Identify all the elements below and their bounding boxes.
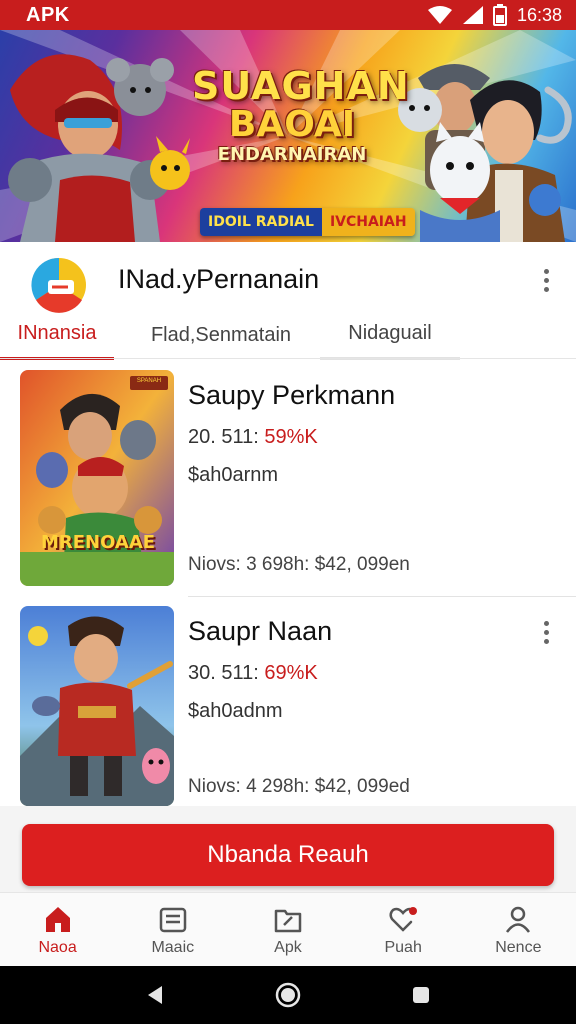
nav-label-bag: Maaic [151,939,195,956]
tab-2[interactable]: Flad,Senmatain [126,310,316,360]
nav-label-push: Puah [384,939,422,956]
nav-label-profile: Nence [495,939,542,956]
banner-title-line2: BAOAI [228,104,356,145]
item-stat-value: 69%K [264,662,318,684]
item-title: Saupr Naan [188,616,333,646]
banner-tag-left: IDOIL RADIAL [200,208,322,236]
bottom-navigation: Naoa Maaic Apk Puah Nence [0,892,576,966]
item-stat: 20. 511: 59%K [188,426,318,449]
app-title: INad.yPernanain [118,264,320,294]
item-stat-prefix: 20. 511: [188,426,259,448]
banner-tag: IDOIL RADIAL IVCHAIAH [200,208,415,236]
item-list: MRENOAAE SPANAH Saupy Perkmann 20. 511: … [0,360,576,806]
system-navigation-bar [0,966,576,1024]
yellow-creature [150,136,190,190]
nav-item-profile[interactable]: Nence [461,893,576,967]
tab-bar: INnansia Flad,Senmatain Nidaguail [0,310,576,360]
status-bar: APK 16:38 [0,0,576,30]
item-meta: Niovs: 3 698h: $42, 099en [188,554,410,575]
status-app-label: APK [26,3,70,26]
banner-title: SUAGHAN BAOAI ENDARNAIRAN [192,64,410,166]
thumbnail-artwork [20,606,174,806]
folder-icon [274,909,302,933]
item-stat: 30. 511: 69%K [188,662,318,685]
item-price: $ah0arnm [188,464,279,486]
banner-tag-right: IVCHAIAH [321,208,415,236]
profile-icon [506,906,531,933]
nav-label-apk: Apk [274,939,302,956]
thumbnail-artwork [20,370,174,586]
wifi-icon [427,6,452,24]
thumbnail-title-text: MRENOAAE [40,532,156,553]
battery-icon [492,4,507,26]
tab-3[interactable]: Nidaguail [320,310,460,360]
list-item[interactable]: Saupr Naan 30. 511: 69%K $ah0adnm Niovs:… [0,596,576,806]
item-stat-prefix: 30. 511: [188,662,259,684]
item-thumbnail[interactable]: MRENOAAE SPANAH [20,370,174,586]
app-header: INad.yPernanain INnansia Flad,Senmatain … [0,242,576,360]
back-icon[interactable] [144,984,166,1006]
recents-icon[interactable] [410,984,432,1006]
nav-item-bag[interactable]: Maaic [115,893,230,967]
cta-container: Nbanda Reauh [0,806,576,892]
more-options-icon[interactable] [534,264,558,296]
item-price: $ah0adnm [188,700,283,722]
nav-item-home[interactable]: Naoa [0,893,115,967]
nav-item-apk[interactable]: Apk [230,893,345,967]
status-icons: 16:38 [427,4,562,26]
signal-icon [462,6,483,24]
tabs-divider [0,358,576,359]
banner-title-line3: ENDARNAIRAN [217,144,367,165]
banner-title-line1: SUAGHAN [192,64,410,108]
item-title: Saupy Perkmann [188,380,396,410]
nav-item-push[interactable]: Puah [346,893,461,967]
hook-icon [536,86,572,144]
promo-banner[interactable]: SUAGHAN BAOAI ENDARNAIRAN IDOIL RADIAL I… [0,30,576,242]
item-stat-value: 59%K [264,426,318,448]
bag-icon [159,907,187,933]
item-more-options-icon[interactable] [534,616,558,648]
app-logo-icon [31,257,86,313]
status-time: 16:38 [516,4,562,25]
home-icon [45,907,70,932]
item-thumbnail[interactable] [20,606,174,806]
thumbnail-badge: SPANAH [136,378,162,384]
nav-label-home: Naoa [38,939,77,956]
tab-1[interactable]: INnansia [0,310,114,360]
primary-action-button[interactable]: Nbanda Reauh [22,824,554,886]
home-circle-icon[interactable] [275,982,301,1008]
list-item[interactable]: MRENOAAE SPANAH Saupy Perkmann 20. 511: … [0,360,576,597]
heart-notification-icon [389,907,418,932]
item-meta: Niovs: 4 298h: $42, 099ed [188,776,410,797]
